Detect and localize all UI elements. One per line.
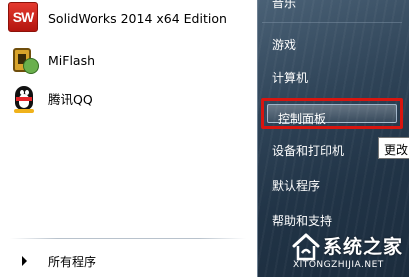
place-item-default-programs[interactable]: 默认程序 xyxy=(272,177,320,194)
hover-highlight: 控制面板 xyxy=(267,104,397,126)
program-item-miflash[interactable]: MiFlash xyxy=(8,42,252,78)
solidworks-icon: SW xyxy=(8,2,40,34)
program-label: SolidWorks 2014 x64 Edition xyxy=(48,10,227,26)
watermark-url: XITONGZHIJIA.NET xyxy=(293,260,384,270)
program-label: MiFlash xyxy=(48,52,96,68)
qq-penguin-icon xyxy=(8,82,40,114)
place-item-computer[interactable]: 计算机 xyxy=(272,69,308,86)
programs-pane: SW SolidWorks 2014 x64 Edition MiFlash 腾… xyxy=(0,0,258,277)
place-item-control-panel[interactable]: 控制面板 xyxy=(261,98,403,129)
divider xyxy=(10,238,246,239)
miflash-icon xyxy=(8,44,40,76)
program-label: 腾讯QQ xyxy=(48,91,93,107)
triangle-right-icon xyxy=(22,256,27,266)
tooltip: 更改 xyxy=(378,137,409,159)
place-item-games[interactable]: 游戏 xyxy=(272,36,296,53)
separator xyxy=(262,22,402,23)
all-programs-label: 所有程序 xyxy=(48,255,97,269)
watermark: 系统之家 XITONGZHIJIA.NET xyxy=(273,228,409,277)
program-item-qq[interactable]: 腾讯QQ xyxy=(8,80,252,116)
house-logo-icon xyxy=(292,233,320,261)
program-item-solidworks[interactable]: SW SolidWorks 2014 x64 Edition xyxy=(8,0,252,36)
all-programs-button[interactable]: 所有程序 xyxy=(0,250,256,272)
place-item-help-support[interactable]: 帮助和支持 xyxy=(272,212,332,229)
control-panel-label: 控制面板 xyxy=(278,112,327,126)
place-item-devices-printers[interactable]: 设备和打印机 xyxy=(272,142,344,159)
watermark-text: 系统之家 xyxy=(323,236,404,258)
place-item-music[interactable]: 音乐 xyxy=(272,0,296,11)
